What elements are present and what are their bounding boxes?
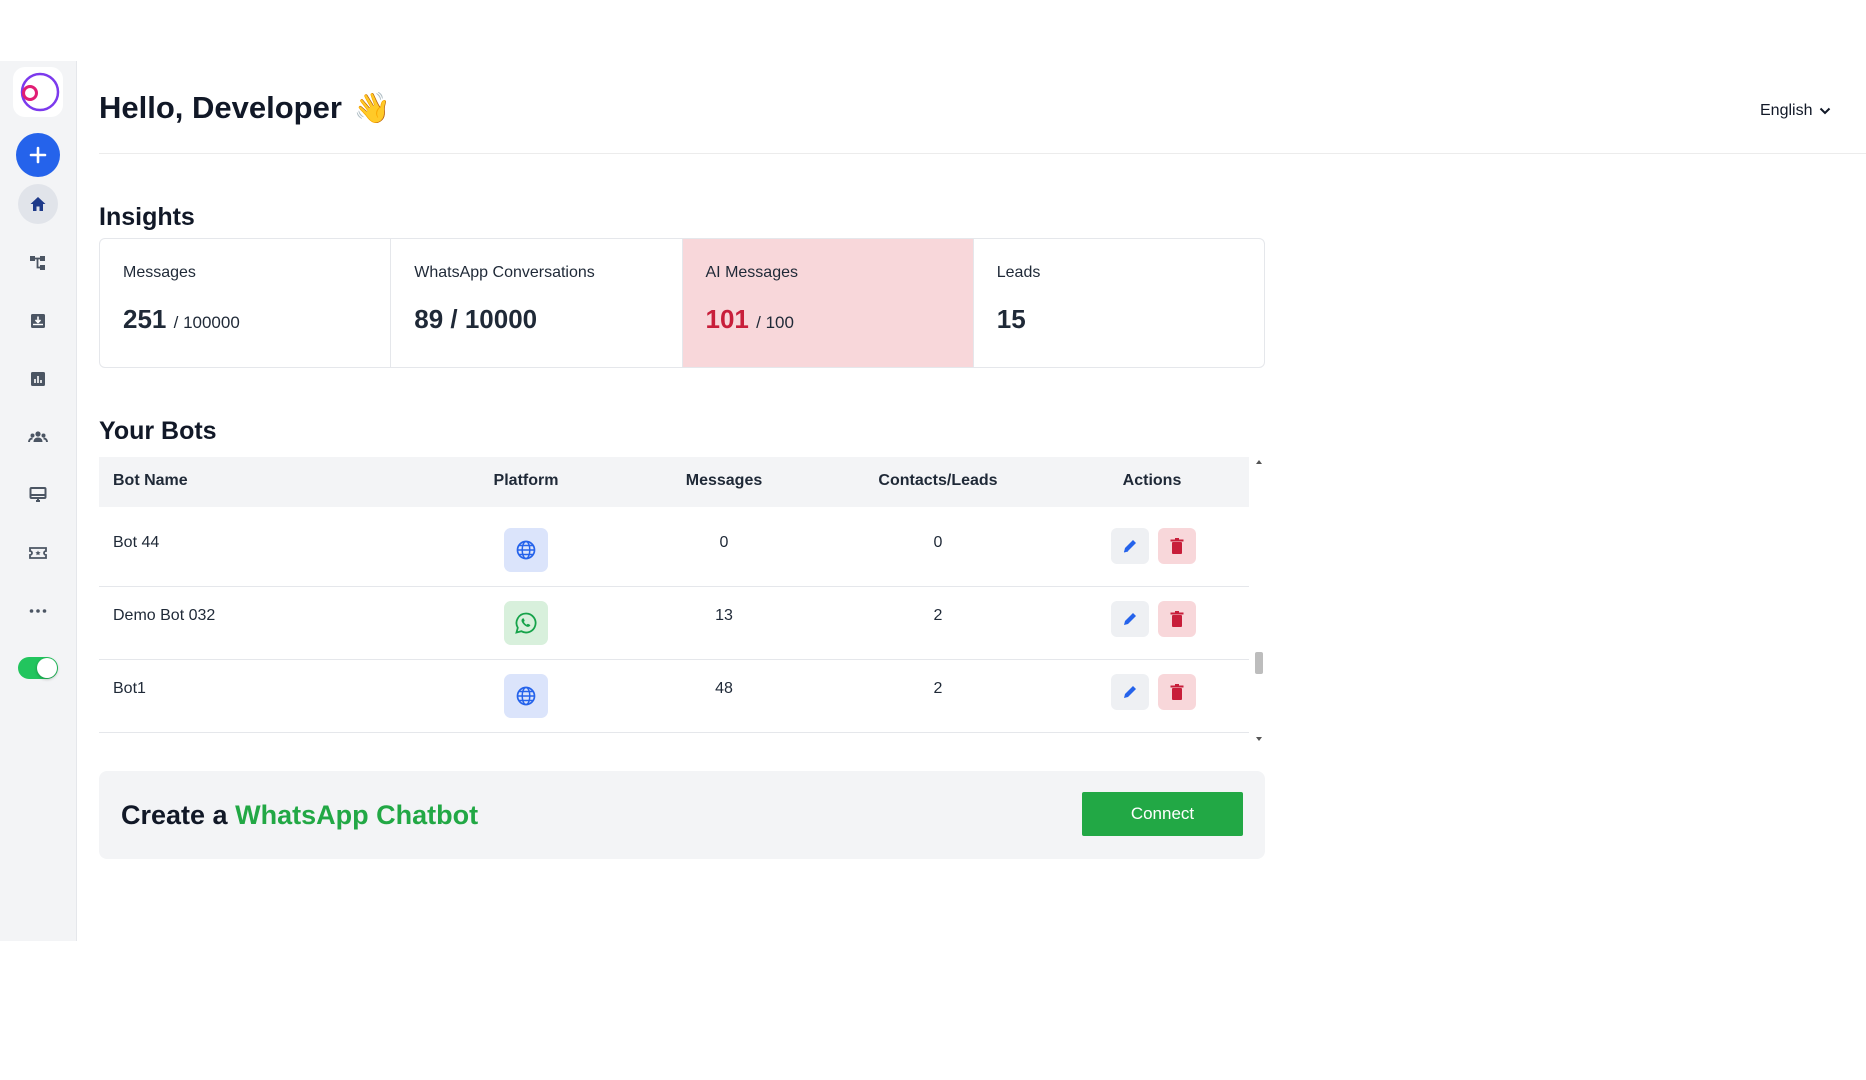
insight-value-main: 15 [996, 304, 1026, 334]
insight-value-main: 89 / 10000 [414, 304, 538, 334]
language-select[interactable]: English [1760, 102, 1832, 120]
insight-value-limit: / 100 [756, 313, 794, 332]
column-header-messages: Messages [685, 472, 763, 489]
app-logo-icon[interactable] [13, 67, 63, 117]
insight-card-leads: Leads 15 [974, 239, 1264, 367]
add-bot-button[interactable] [16, 133, 60, 177]
insight-label: Leads [996, 264, 1041, 281]
bot-name: Bot1 [113, 680, 146, 697]
edit-bot-button[interactable] [1111, 601, 1149, 637]
insight-label: Messages [123, 264, 196, 281]
whatsapp-cta-banner: Create a WhatsApp Chatbot Connect [99, 771, 1265, 859]
bot-contacts: 2 [933, 680, 943, 697]
trash-icon [1170, 684, 1184, 700]
delete-bot-button[interactable] [1158, 674, 1196, 710]
language-label: English [1760, 102, 1813, 119]
scroll-down-icon[interactable] [1256, 737, 1262, 741]
monitor-icon [29, 487, 47, 502]
scroll-thumb[interactable] [1255, 652, 1263, 674]
table-scrollbar[interactable] [1253, 457, 1265, 744]
insight-value: 251 / 100000 [123, 304, 367, 335]
plus-icon [29, 146, 47, 164]
sidebar-item-analytics[interactable] [18, 359, 58, 399]
inbox-icon [31, 314, 45, 328]
theme-toggle[interactable] [18, 657, 58, 679]
bot-contacts: 0 [933, 534, 943, 551]
trash-icon [1170, 538, 1184, 554]
globe-icon [516, 686, 536, 706]
bots-table: Bot Name Platform Messages Contacts/Lead… [99, 457, 1265, 744]
platform-badge [504, 528, 548, 572]
sidebar-item-more[interactable] [18, 591, 58, 631]
insight-card-whatsapp-conversations: WhatsApp Conversations 89 / 10000 [391, 239, 683, 367]
page-title: Hello, Developer 👋 [99, 90, 391, 126]
sidebar-item-inbox[interactable] [18, 301, 58, 341]
delete-bot-button[interactable] [1158, 601, 1196, 637]
greeting-text: Hello, Developer [99, 90, 342, 125]
sidebar-item-contacts[interactable] [18, 417, 58, 457]
sidebar-item-channels[interactable] [18, 475, 58, 515]
table-row: Bot 44 0 0 [99, 514, 1249, 587]
whatsapp-icon [515, 612, 537, 634]
bots-title: Your Bots [99, 417, 217, 445]
column-header-contacts-leads: Contacts/Leads [878, 472, 998, 489]
insight-value-limit: / 100000 [173, 313, 240, 332]
insights-cards: Messages 251 / 100000 WhatsApp Conversat… [99, 238, 1265, 368]
cta-heading: Create a WhatsApp Chatbot [121, 800, 478, 831]
insights-title: Insights [99, 203, 195, 231]
insight-label: WhatsApp Conversations [414, 264, 595, 281]
globe-icon [516, 540, 536, 560]
trash-icon [1170, 611, 1184, 627]
insight-value-main: 251 [123, 304, 167, 334]
pencil-icon [1123, 540, 1136, 553]
home-icon [30, 197, 46, 211]
edit-bot-button[interactable] [1111, 528, 1149, 564]
insight-value-main: 101 [705, 304, 749, 334]
chart-icon [31, 372, 45, 386]
pencil-icon [1124, 613, 1136, 625]
delete-bot-button[interactable] [1158, 528, 1196, 564]
bot-messages: 13 [715, 607, 733, 624]
sidebar [0, 61, 77, 941]
bot-name: Demo Bot 032 [113, 607, 216, 624]
table-header: Bot Name Platform Messages Contacts/Lead… [99, 457, 1249, 507]
column-header-bot-name: Bot Name [113, 472, 188, 489]
header-divider [99, 153, 1866, 154]
pencil-icon [1124, 686, 1136, 698]
insight-value: 15 [997, 304, 1241, 335]
table-row: Bot1 48 2 [99, 660, 1249, 733]
wave-icon: 👋 [353, 91, 392, 125]
cta-highlight: WhatsApp Chatbot [235, 800, 479, 830]
sidebar-item-flows[interactable] [18, 243, 58, 283]
column-header-actions: Actions [1122, 472, 1182, 489]
platform-badge [504, 674, 548, 718]
chevron-down-icon [1820, 107, 1831, 115]
insight-value: 101 / 100 [706, 304, 950, 335]
sidebar-item-home[interactable] [18, 184, 58, 224]
more-icon [29, 609, 47, 613]
platform-badge [504, 601, 548, 645]
flow-icon [30, 256, 45, 270]
table-row: Demo Bot 032 13 2 [99, 587, 1249, 660]
column-header-platform: Platform [493, 472, 559, 489]
cta-prefix: Create a [121, 800, 228, 830]
insight-card-messages: Messages 251 / 100000 [100, 239, 392, 367]
sidebar-item-tickets[interactable] [18, 533, 58, 573]
users-icon [28, 431, 48, 443]
bot-contacts: 2 [933, 607, 943, 624]
bot-messages: 0 [719, 534, 729, 551]
insight-value: 89 / 10000 [414, 304, 658, 335]
toggle-knob [37, 658, 57, 678]
scroll-up-icon[interactable] [1256, 460, 1262, 464]
bot-messages: 48 [715, 680, 733, 697]
ticket-icon [29, 547, 47, 559]
bot-name: Bot 44 [113, 534, 160, 551]
insight-card-ai-messages: AI Messages 101 / 100 [682, 239, 974, 367]
insight-label: AI Messages [705, 264, 798, 281]
edit-bot-button[interactable] [1111, 674, 1149, 710]
connect-button[interactable]: Connect [1082, 792, 1243, 836]
